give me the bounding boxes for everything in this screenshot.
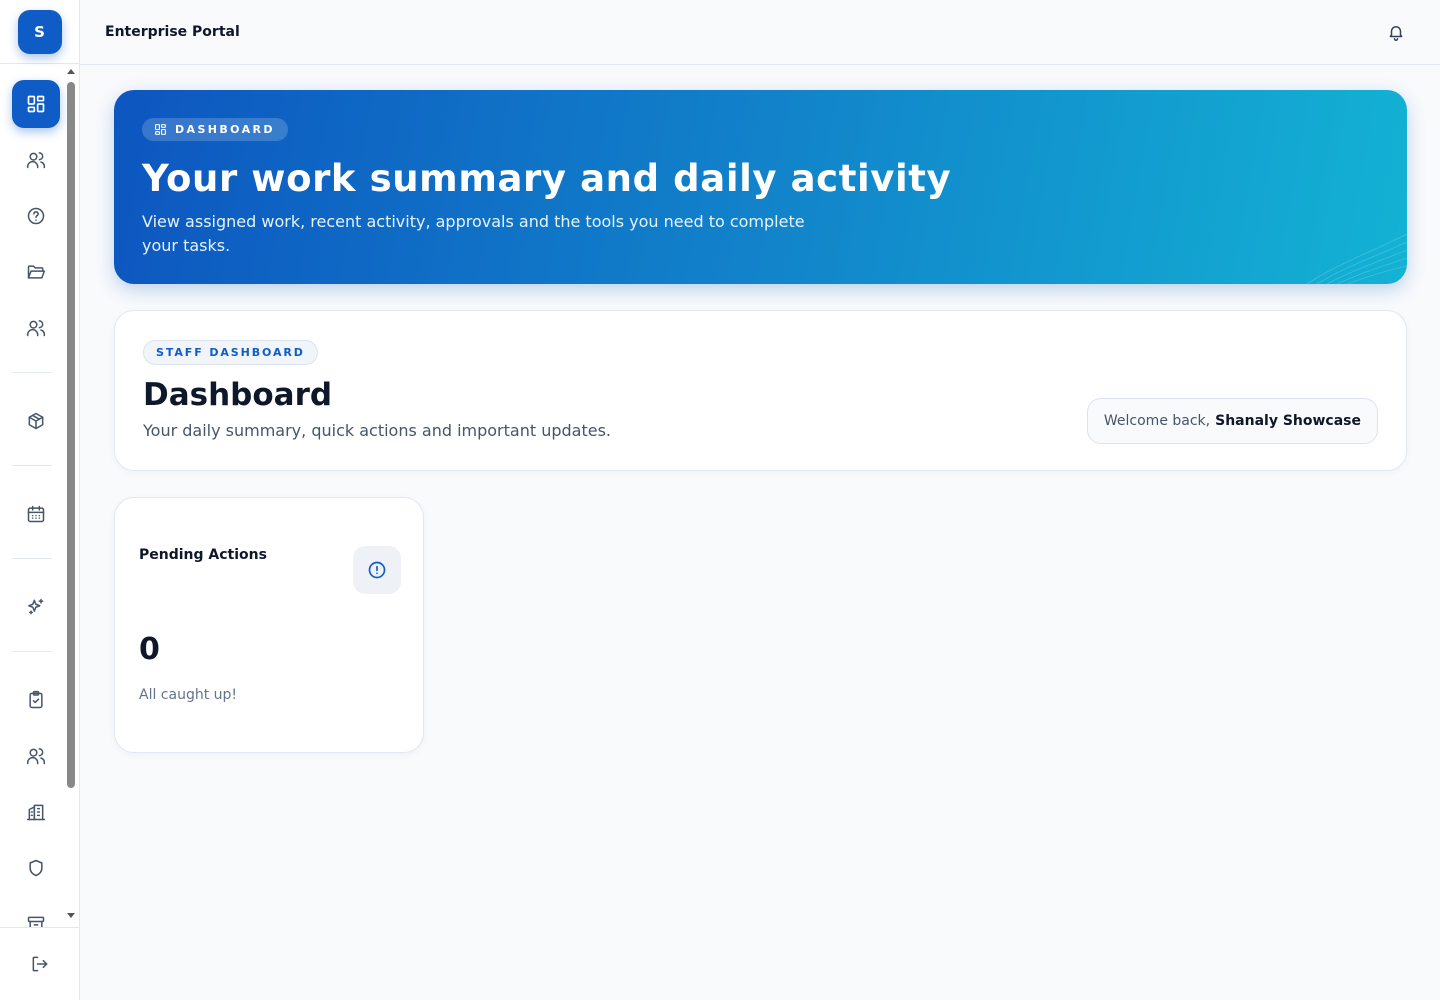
sidebar-divider <box>12 651 52 652</box>
scrollbar-thumb[interactable] <box>67 82 75 788</box>
package-icon <box>28 412 44 430</box>
pending-actions-card[interactable]: Pending Actions 0 All caught up! <box>114 497 424 753</box>
team-icon <box>26 320 46 337</box>
sidebar-item-calendar[interactable] <box>12 490 60 538</box>
sidebar-item-folders[interactable] <box>12 248 60 296</box>
help-icon <box>27 207 45 225</box>
pending-actions-count: 0 <box>139 632 160 667</box>
sidebar-item-team[interactable] <box>12 304 60 352</box>
sidebar: S <box>0 0 80 1000</box>
sidebar-divider <box>12 558 52 559</box>
logout-icon <box>32 956 48 972</box>
calendar-icon <box>27 505 45 523</box>
shield-icon <box>29 859 43 877</box>
clipboard-check-icon <box>29 690 43 709</box>
decorative-pattern <box>1306 233 1407 284</box>
hero-subtitle: View assigned work, recent activity, app… <box>142 212 805 255</box>
pending-actions-icon-box <box>353 546 401 594</box>
sidebar-item-people[interactable] <box>12 732 60 780</box>
dashboard-header-card: STAFF DASHBOARD Dashboard Your daily sum… <box>114 310 1407 471</box>
hero-banner: DASHBOARD Your work summary and daily ac… <box>114 90 1407 284</box>
people-icon <box>26 748 46 765</box>
sidebar-divider <box>12 372 52 373</box>
sidebar-item-packages[interactable] <box>12 397 60 445</box>
bell-icon[interactable] <box>1387 23 1405 41</box>
sidebar-item-tasks[interactable] <box>12 676 60 724</box>
scroll-up-arrow-icon[interactable] <box>67 69 75 74</box>
avatar[interactable]: S <box>17 9 62 54</box>
sidebar-item-ai[interactable] <box>12 583 60 631</box>
sidebar-item-security[interactable] <box>12 844 60 892</box>
app-title: Enterprise Portal <box>105 24 240 40</box>
sparkles-icon <box>28 598 44 615</box>
folder-icon <box>27 265 46 279</box>
dashboard-icon <box>155 124 166 135</box>
hero-badge: DASHBOARD <box>142 118 288 141</box>
alert-circle-icon <box>368 561 386 579</box>
archive-icon <box>27 916 45 927</box>
hero-badge-label: DASHBOARD <box>175 123 275 136</box>
user-name: Shanaly Showcase <box>1215 413 1361 429</box>
scroll-down-arrow-icon[interactable] <box>67 913 75 918</box>
hero-title: Your work summary and daily activity <box>142 157 952 200</box>
logout-button[interactable] <box>0 927 80 1000</box>
sidebar-item-organization[interactable] <box>12 788 60 836</box>
sidebar-item-dashboard[interactable] <box>12 80 60 128</box>
sidebar-item-users[interactable] <box>12 136 60 184</box>
staff-dashboard-badge: STAFF DASHBOARD <box>143 340 318 365</box>
top-header: Enterprise Portal <box>80 0 1440 65</box>
welcome-prefix: Welcome back, <box>1103 413 1211 429</box>
welcome-badge: Welcome back, Shanaly Showcase <box>1086 398 1378 444</box>
sidebar-header: S <box>0 0 79 64</box>
pending-actions-title: Pending Actions <box>139 547 267 563</box>
sidebar-item-archive[interactable] <box>12 900 60 927</box>
dashboard-icon <box>27 95 45 113</box>
sidebar-item-help[interactable] <box>12 192 60 240</box>
sidebar-divider <box>12 465 52 466</box>
users-icon <box>26 152 46 169</box>
pending-actions-note: All caught up! <box>139 687 238 703</box>
building-icon <box>26 804 46 821</box>
